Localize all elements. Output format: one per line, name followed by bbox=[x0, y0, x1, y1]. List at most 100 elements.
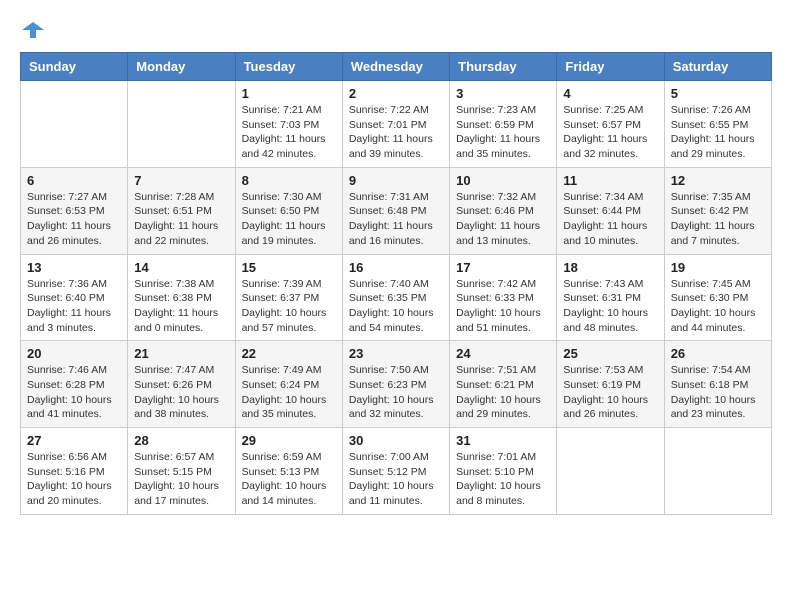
day-info: Sunrise: 7:53 AMSunset: 6:19 PMDaylight:… bbox=[563, 363, 657, 422]
calendar-cell: 30 Sunrise: 7:00 AMSunset: 5:12 PMDayligh… bbox=[342, 428, 449, 515]
day-info: Sunrise: 7:40 AMSunset: 6:35 PMDaylight:… bbox=[349, 277, 443, 336]
day-number: 11 bbox=[563, 173, 657, 188]
day-info: Sunrise: 7:49 AMSunset: 6:24 PMDaylight:… bbox=[242, 363, 336, 422]
calendar-cell bbox=[21, 81, 128, 168]
day-number: 1 bbox=[242, 86, 336, 101]
day-number: 19 bbox=[671, 260, 765, 275]
calendar-cell: 10Sunrise: 7:32 AMSunset: 6:46 PMDayligh… bbox=[450, 167, 557, 254]
calendar-cell: 8Sunrise: 7:30 AMSunset: 6:50 PMDaylight… bbox=[235, 167, 342, 254]
calendar-cell: 28 Sunrise: 6:57 AMSunset: 5:15 PMDayligh… bbox=[128, 428, 235, 515]
calendar-cell: 19Sunrise: 7:45 AMSunset: 6:30 PMDayligh… bbox=[664, 254, 771, 341]
calendar-cell: 20 Sunrise: 7:46 AMSunset: 6:28 PMDayligh… bbox=[21, 341, 128, 428]
day-info: Sunrise: 7:54 AMSunset: 6:18 PMDaylight:… bbox=[671, 363, 765, 422]
day-number: 28 bbox=[134, 433, 228, 448]
calendar-header-row: SundayMondayTuesdayWednesdayThursdayFrid… bbox=[21, 53, 772, 81]
calendar-cell: 3 Sunrise: 7:23 AMSunset: 6:59 PMDaylight… bbox=[450, 81, 557, 168]
day-number: 15 bbox=[242, 260, 336, 275]
calendar-cell bbox=[557, 428, 664, 515]
calendar-cell: 14 Sunrise: 7:38 AMSunset: 6:38 PMDayligh… bbox=[128, 254, 235, 341]
calendar-cell: 1 Sunrise: 7:21 AMSunset: 7:03 PMDaylight… bbox=[235, 81, 342, 168]
day-number: 26 bbox=[671, 346, 765, 361]
day-info: Sunrise: 6:57 AMSunset: 5:15 PMDaylight:… bbox=[134, 450, 228, 509]
calendar-header-friday: Friday bbox=[557, 53, 664, 81]
day-number: 30 bbox=[349, 433, 443, 448]
day-number: 23 bbox=[349, 346, 443, 361]
calendar-cell: 21Sunrise: 7:47 AMSunset: 6:26 PMDayligh… bbox=[128, 341, 235, 428]
calendar-header-thursday: Thursday bbox=[450, 53, 557, 81]
calendar-cell: 22 Sunrise: 7:49 AMSunset: 6:24 PMDayligh… bbox=[235, 341, 342, 428]
calendar-week-3: 13 Sunrise: 7:36 AMSunset: 6:40 PMDayligh… bbox=[21, 254, 772, 341]
day-info: Sunrise: 7:22 AMSunset: 7:01 PMDaylight:… bbox=[349, 103, 443, 162]
day-info: Sunrise: 7:26 AMSunset: 6:55 PMDaylight:… bbox=[671, 103, 765, 162]
calendar-body: 1 Sunrise: 7:21 AMSunset: 7:03 PMDaylight… bbox=[21, 81, 772, 515]
day-number: 21 bbox=[134, 346, 228, 361]
day-info: Sunrise: 7:34 AMSunset: 6:44 PMDaylight:… bbox=[563, 190, 657, 249]
day-info: Sunrise: 7:39 AMSunset: 6:37 PMDaylight:… bbox=[242, 277, 336, 336]
calendar-cell: 29Sunrise: 6:59 AMSunset: 5:13 PMDayligh… bbox=[235, 428, 342, 515]
calendar-header-saturday: Saturday bbox=[664, 53, 771, 81]
calendar-header-tuesday: Tuesday bbox=[235, 53, 342, 81]
calendar-week-2: 6Sunrise: 7:27 AMSunset: 6:53 PMDaylight… bbox=[21, 167, 772, 254]
calendar-cell: 17 Sunrise: 7:42 AMSunset: 6:33 PMDayligh… bbox=[450, 254, 557, 341]
calendar-cell: 18 Sunrise: 7:43 AMSunset: 6:31 PMDayligh… bbox=[557, 254, 664, 341]
day-number: 2 bbox=[349, 86, 443, 101]
calendar-cell bbox=[664, 428, 771, 515]
day-number: 22 bbox=[242, 346, 336, 361]
day-info: Sunrise: 7:36 AMSunset: 6:40 PMDaylight:… bbox=[27, 277, 121, 336]
calendar-week-5: 27Sunrise: 6:56 AMSunset: 5:16 PMDayligh… bbox=[21, 428, 772, 515]
day-number: 27 bbox=[27, 433, 121, 448]
day-info: Sunrise: 7:50 AMSunset: 6:23 PMDaylight:… bbox=[349, 363, 443, 422]
day-number: 9 bbox=[349, 173, 443, 188]
day-number: 7 bbox=[134, 173, 228, 188]
calendar-cell: 23 Sunrise: 7:50 AMSunset: 6:23 PMDayligh… bbox=[342, 341, 449, 428]
calendar-cell: 16 Sunrise: 7:40 AMSunset: 6:35 PMDayligh… bbox=[342, 254, 449, 341]
day-info: Sunrise: 7:51 AMSunset: 6:21 PMDaylight:… bbox=[456, 363, 550, 422]
day-info: Sunrise: 7:42 AMSunset: 6:33 PMDaylight:… bbox=[456, 277, 550, 336]
day-info: Sunrise: 7:28 AMSunset: 6:51 PMDaylight:… bbox=[134, 190, 228, 249]
day-number: 3 bbox=[456, 86, 550, 101]
calendar-cell: 15 Sunrise: 7:39 AMSunset: 6:37 PMDayligh… bbox=[235, 254, 342, 341]
day-number: 14 bbox=[134, 260, 228, 275]
day-number: 6 bbox=[27, 173, 121, 188]
calendar-cell: 7 Sunrise: 7:28 AMSunset: 6:51 PMDaylight… bbox=[128, 167, 235, 254]
calendar-header-sunday: Sunday bbox=[21, 53, 128, 81]
day-number: 8 bbox=[242, 173, 336, 188]
day-number: 16 bbox=[349, 260, 443, 275]
day-number: 20 bbox=[27, 346, 121, 361]
calendar-cell: 27Sunrise: 6:56 AMSunset: 5:16 PMDayligh… bbox=[21, 428, 128, 515]
day-number: 13 bbox=[27, 260, 121, 275]
day-info: Sunrise: 7:01 AMSunset: 5:10 PMDaylight:… bbox=[456, 450, 550, 509]
day-info: Sunrise: 7:38 AMSunset: 6:38 PMDaylight:… bbox=[134, 277, 228, 336]
day-number: 5 bbox=[671, 86, 765, 101]
calendar-cell: 4 Sunrise: 7:25 AMSunset: 6:57 PMDaylight… bbox=[557, 81, 664, 168]
calendar-cell: 25 Sunrise: 7:53 AMSunset: 6:19 PMDayligh… bbox=[557, 341, 664, 428]
day-info: Sunrise: 7:32 AMSunset: 6:46 PMDaylight:… bbox=[456, 190, 550, 249]
calendar-header-monday: Monday bbox=[128, 53, 235, 81]
calendar-cell: 31 Sunrise: 7:01 AMSunset: 5:10 PMDayligh… bbox=[450, 428, 557, 515]
page-header bbox=[20, 20, 772, 42]
calendar-table: SundayMondayTuesdayWednesdayThursdayFrid… bbox=[20, 52, 772, 515]
calendar-cell: 26 Sunrise: 7:54 AMSunset: 6:18 PMDayligh… bbox=[664, 341, 771, 428]
calendar-header-wednesday: Wednesday bbox=[342, 53, 449, 81]
day-info: Sunrise: 7:35 AMSunset: 6:42 PMDaylight:… bbox=[671, 190, 765, 249]
day-info: Sunrise: 7:23 AMSunset: 6:59 PMDaylight:… bbox=[456, 103, 550, 162]
calendar-cell: 6Sunrise: 7:27 AMSunset: 6:53 PMDaylight… bbox=[21, 167, 128, 254]
calendar-cell: 13 Sunrise: 7:36 AMSunset: 6:40 PMDayligh… bbox=[21, 254, 128, 341]
day-number: 12 bbox=[671, 173, 765, 188]
calendar-cell: 9 Sunrise: 7:31 AMSunset: 6:48 PMDaylight… bbox=[342, 167, 449, 254]
day-info: Sunrise: 7:21 AMSunset: 7:03 PMDaylight:… bbox=[242, 103, 336, 162]
day-number: 25 bbox=[563, 346, 657, 361]
day-info: Sunrise: 7:25 AMSunset: 6:57 PMDaylight:… bbox=[563, 103, 657, 162]
day-info: Sunrise: 7:43 AMSunset: 6:31 PMDaylight:… bbox=[563, 277, 657, 336]
day-info: Sunrise: 7:00 AMSunset: 5:12 PMDaylight:… bbox=[349, 450, 443, 509]
calendar-cell: 12 Sunrise: 7:35 AMSunset: 6:42 PMDayligh… bbox=[664, 167, 771, 254]
day-number: 17 bbox=[456, 260, 550, 275]
day-info: Sunrise: 7:31 AMSunset: 6:48 PMDaylight:… bbox=[349, 190, 443, 249]
day-number: 18 bbox=[563, 260, 657, 275]
logo bbox=[20, 20, 44, 42]
calendar-cell: 24Sunrise: 7:51 AMSunset: 6:21 PMDayligh… bbox=[450, 341, 557, 428]
calendar-cell: 5 Sunrise: 7:26 AMSunset: 6:55 PMDaylight… bbox=[664, 81, 771, 168]
day-info: Sunrise: 7:46 AMSunset: 6:28 PMDaylight:… bbox=[27, 363, 121, 422]
day-number: 4 bbox=[563, 86, 657, 101]
day-number: 31 bbox=[456, 433, 550, 448]
